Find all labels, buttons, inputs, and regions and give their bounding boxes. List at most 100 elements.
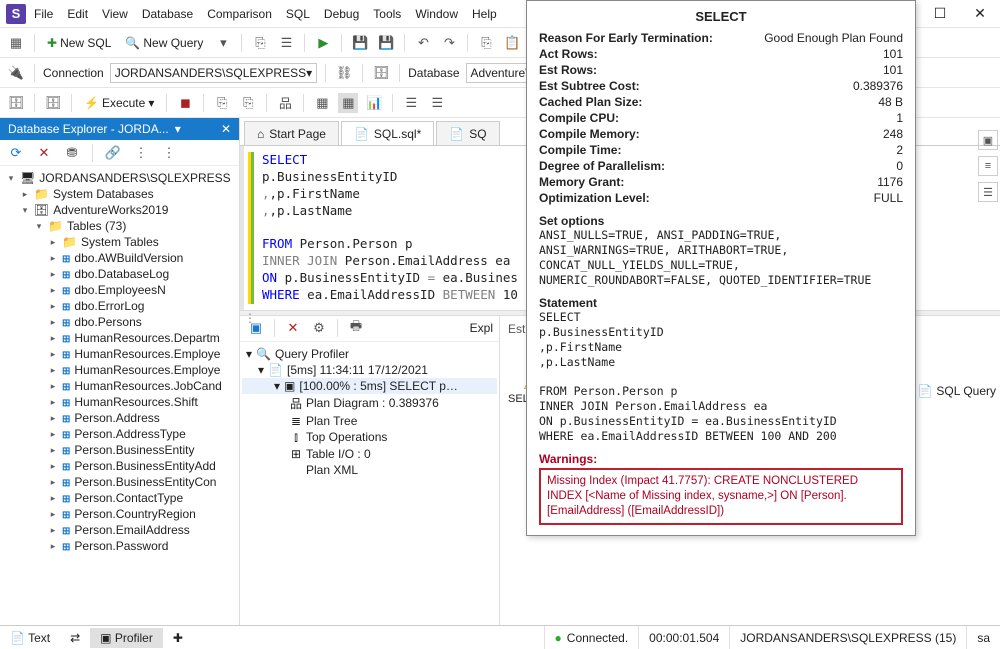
tree-table-12[interactable]: ▸⊞Person.BusinessEntity [0, 442, 239, 458]
delete-icon[interactable]: ✕ [34, 143, 54, 163]
profiler-item-3[interactable]: ⊞Table I/O : 0 [242, 446, 497, 462]
chevron-down-icon[interactable]: ▾ [175, 122, 181, 136]
menu-help[interactable]: Help [472, 7, 497, 21]
del-icon[interactable]: ✕ [283, 318, 303, 338]
chart-icon[interactable]: 📊 [364, 93, 384, 113]
view-icon-2[interactable]: ☰ [427, 93, 447, 113]
tree-table-3[interactable]: ▸⊞dbo.ErrorLog [0, 298, 239, 314]
warnings-header[interactable]: Warnings: [539, 452, 903, 466]
menu-comparison[interactable]: Comparison [207, 7, 272, 21]
execute-button[interactable]: ⚡ Execute ▾ [80, 94, 158, 112]
tree-table-2[interactable]: ▸⊞dbo.EmployeesN [0, 282, 239, 298]
tree-table-6[interactable]: ▸⊞HumanResources.Employe [0, 346, 239, 362]
redo-icon[interactable]: ↷ [439, 33, 459, 53]
profiler-run[interactable]: ▾📄 [5ms] 11:34:11 17/12/2021 [242, 362, 497, 378]
profiler-item-1[interactable]: ≣Plan Tree [242, 413, 497, 429]
profiler-root[interactable]: ▾🔍 Query Profiler [242, 346, 497, 362]
new-query-button[interactable]: 🔍 New Query [121, 34, 207, 52]
gear-icon[interactable]: ⚙ [309, 318, 329, 338]
opt-icon[interactable]: ⋮ [131, 143, 151, 163]
diagram-icon[interactable]: 品 [275, 93, 295, 113]
opt-icon-2[interactable]: ⋮ [159, 143, 179, 163]
tree-server[interactable]: ▾🖥JORDANSANDERS\SQLEXPRESS [0, 170, 239, 186]
tree-table-18[interactable]: ▸⊞Person.Password [0, 538, 239, 554]
profiler-tree[interactable]: ▾🔍 Query Profiler ▾📄 [5ms] 11:34:11 17/1… [240, 342, 499, 482]
print-icon[interactable]: 🖶 [346, 318, 366, 338]
saveall-icon[interactable]: 💾 [376, 33, 396, 53]
db-icon[interactable]: 🗄 [371, 63, 391, 83]
maximize-button[interactable]: ☐ [920, 5, 960, 22]
copy-icon[interactable]: ⎘ [476, 33, 496, 53]
menu-view[interactable]: View [102, 7, 128, 21]
link-icon[interactable]: ⛓ [334, 63, 354, 83]
refresh-icon[interactable]: ⟳ [6, 143, 26, 163]
side-btn-1[interactable]: ▣ [978, 130, 998, 150]
tree-table-10[interactable]: ▸⊞Person.Address [0, 410, 239, 426]
tree-table-9[interactable]: ▸⊞HumanResources.Shift [0, 394, 239, 410]
profiler-item-2[interactable]: ⫾Top Operations [242, 429, 497, 446]
sb-arrow[interactable]: ⇄ [60, 628, 90, 648]
explorer-tree[interactable]: ▾🖥JORDANSANDERS\SQLEXPRESS▸📁System Datab… [0, 166, 239, 625]
link-icon[interactable]: 🔗 [103, 143, 123, 163]
undo-icon[interactable]: ↶ [413, 33, 433, 53]
tool-icon-2[interactable]: ☰ [276, 33, 296, 53]
sql-query-side-tab[interactable]: 📄SQL Query [917, 384, 996, 398]
side-btn-3[interactable]: ☰ [978, 182, 998, 202]
view-icon[interactable]: ☰ [401, 93, 421, 113]
menubar[interactable]: File Edit View Database Comparison SQL Debug To… [34, 7, 497, 21]
misc-icon-2[interactable]: ⎘ [238, 93, 258, 113]
tree-table-11[interactable]: ▸⊞Person.AddressType [0, 426, 239, 442]
tree-table-1[interactable]: ▸⊞dbo.DatabaseLog [0, 266, 239, 282]
tree-table-0[interactable]: ▸⊞dbo.AWBuildVersion [0, 250, 239, 266]
misc-icon[interactable]: ⎘ [212, 93, 232, 113]
run-icon[interactable]: ▶ [313, 33, 333, 53]
tree-tables[interactable]: ▾📁Tables (73) [0, 218, 239, 234]
save-icon[interactable]: 💾 [350, 33, 370, 53]
menu-debug[interactable]: Debug [324, 7, 359, 21]
tree-table-5[interactable]: ▸⊞HumanResources.Departm [0, 330, 239, 346]
tool-b-icon[interactable]: 🗄 [43, 93, 63, 113]
nav-icon[interactable]: ▣ [246, 318, 266, 338]
sb-add[interactable]: ✚ [163, 628, 193, 648]
tab-sql[interactable]: 📄SQL.sql* [341, 121, 434, 145]
close-icon[interactable]: ✕ [221, 122, 231, 136]
grid-icon-2[interactable]: ▦ [312, 93, 332, 113]
tree-db[interactable]: ▾🗄AdventureWorks2019 [0, 202, 239, 218]
menu-file[interactable]: File [34, 7, 53, 21]
profiler-select[interactable]: ▾▣ [100.00% : 5ms] SELECT p… [242, 378, 497, 394]
sb-profiler-tab[interactable]: ▣ Profiler [90, 628, 163, 648]
tree-table-15[interactable]: ▸⊞Person.ContactType [0, 490, 239, 506]
sb-text-tab[interactable]: 📄 Text [0, 628, 60, 648]
tree-table-8[interactable]: ▸⊞HumanResources.JobCand [0, 378, 239, 394]
menu-database[interactable]: Database [142, 7, 193, 21]
tree-table-13[interactable]: ▸⊞Person.BusinessEntityAdd [0, 458, 239, 474]
tree-table-7[interactable]: ▸⊞HumanResources.Employe [0, 362, 239, 378]
paste-icon[interactable]: 📋 [502, 33, 522, 53]
plug-icon[interactable]: 🔌 [6, 63, 26, 83]
menu-window[interactable]: Window [415, 7, 458, 21]
tool-icon[interactable]: ⎘ [250, 33, 270, 53]
menu-edit[interactable]: Edit [67, 7, 88, 21]
tool-a-icon[interactable]: 🗄 [6, 93, 26, 113]
side-btn-2[interactable]: ≡ [978, 156, 998, 176]
filter-icon[interactable]: ⛃ [62, 143, 82, 163]
tree-sysdb[interactable]: ▸📁System Databases [0, 186, 239, 202]
tree-table-16[interactable]: ▸⊞Person.CountryRegion [0, 506, 239, 522]
tree-table-17[interactable]: ▸⊞Person.EmailAddress [0, 522, 239, 538]
tab-start-page[interactable]: ⌂Start Page [244, 121, 339, 145]
grid-icon-3[interactable]: ▦ [338, 93, 358, 113]
tree-table-4[interactable]: ▸⊞dbo.Persons [0, 314, 239, 330]
tab-sq2[interactable]: 📄SQ [436, 121, 499, 145]
tree-table-14[interactable]: ▸⊞Person.BusinessEntityCon [0, 474, 239, 490]
menu-tools[interactable]: Tools [373, 7, 401, 21]
grid-icon[interactable]: ▦ [6, 33, 26, 53]
profiler-item-0[interactable]: 品Plan Diagram : 0.389376 [242, 394, 497, 413]
profiler-item-4[interactable]: Plan XML [242, 462, 497, 478]
menu-sql[interactable]: SQL [286, 7, 310, 21]
connection-select[interactable]: JORDANSANDERS\SQLEXPRESS ▾ [110, 63, 317, 83]
stop-icon[interactable]: ◼ [175, 93, 195, 113]
dropdown-icon[interactable]: ▾ [213, 33, 233, 53]
tree-systables[interactable]: ▸📁System Tables [0, 234, 239, 250]
close-button[interactable]: ✕ [960, 5, 1000, 22]
new-sql-button[interactable]: ✚ New SQL [43, 34, 115, 52]
